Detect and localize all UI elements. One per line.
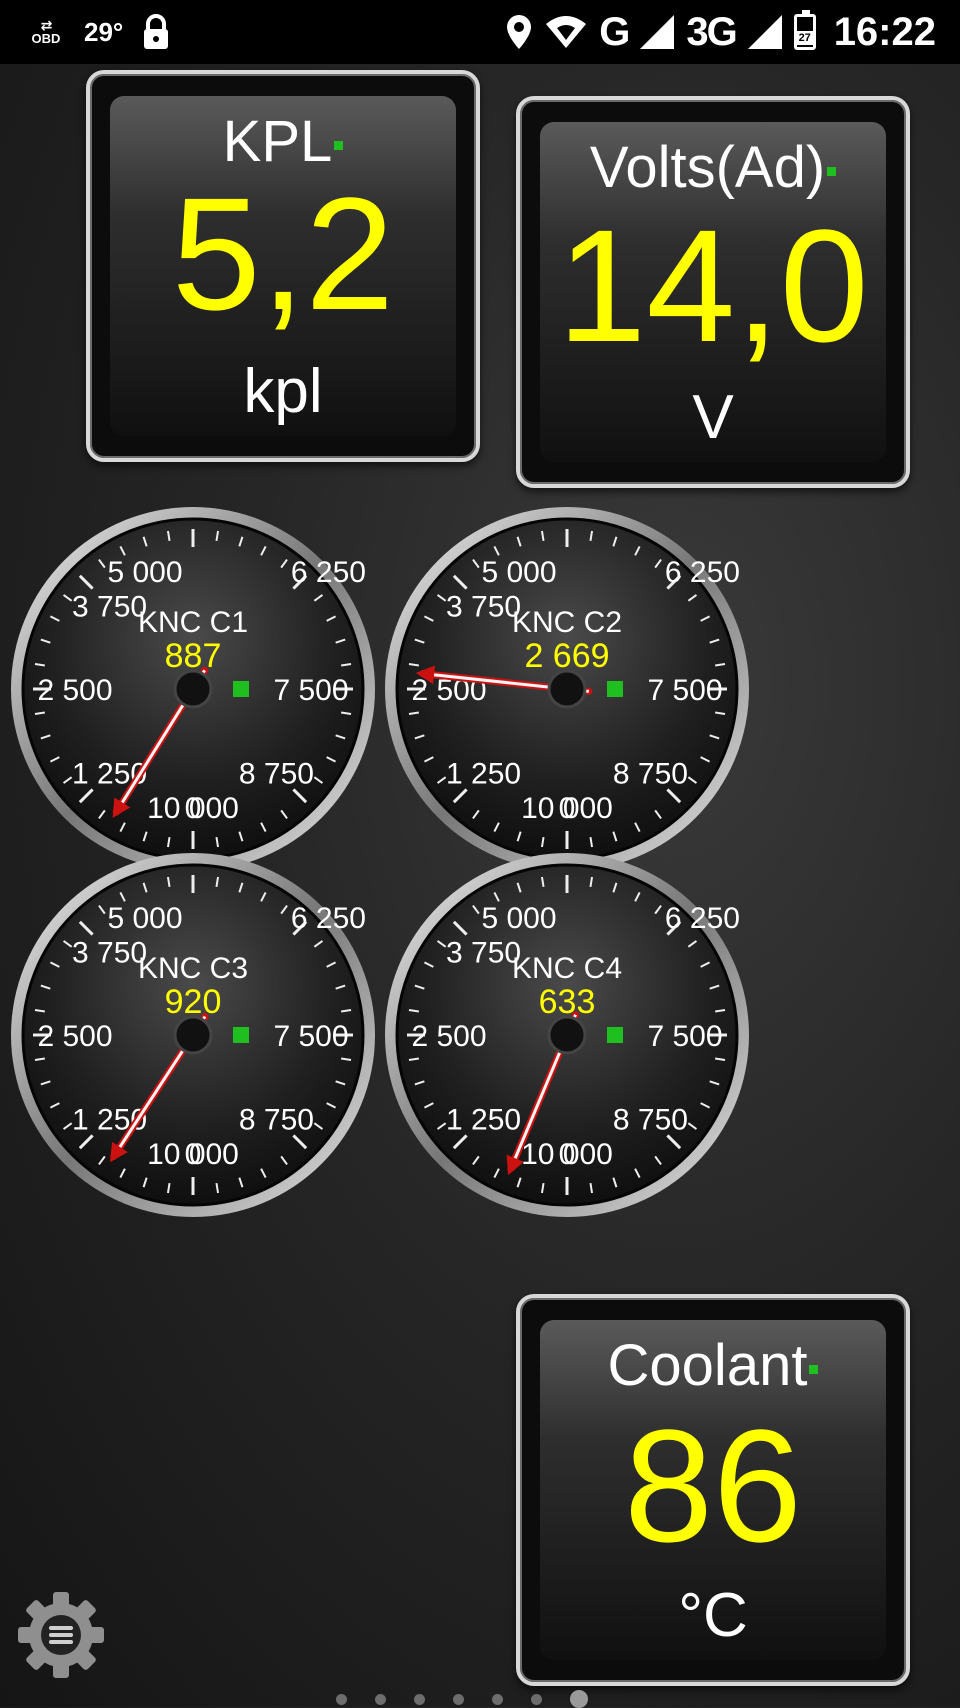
gauge-scale-label: 7 500 — [647, 1020, 722, 1053]
gauge-scale-label: 5 000 — [107, 902, 182, 935]
coolant-tile[interactable]: Coolant 86 °C — [516, 1294, 910, 1686]
volts-value: 14,0 — [557, 196, 869, 375]
clock: 16:22 — [833, 9, 936, 54]
gauge-knc-c2[interactable]: 01 250 2 500 3 750 5 000 6 250 7 500 8 750 10 0… — [382, 504, 752, 874]
gauge-scale-label: 2 500 — [37, 674, 112, 707]
gauge-value: 920 — [165, 983, 222, 1021]
coolant-value: 86 — [624, 1396, 802, 1575]
page-dot[interactable] — [414, 1693, 425, 1705]
status-bar: ⇄ OBD 29° G 3G 27 16:22 — [0, 0, 960, 64]
gauge-scale-label: 5 000 — [107, 556, 182, 589]
wifi-icon — [546, 16, 587, 48]
status-led — [334, 141, 344, 151]
obd-connection-icon: ⇄ OBD — [31, 17, 61, 46]
kpl-unit: kpl — [243, 357, 323, 426]
page-dot[interactable] — [531, 1693, 542, 1705]
gauge-scale-label: 6 250 — [291, 902, 366, 935]
gauge-scale-label: 7 500 — [273, 674, 348, 707]
gauge-scale-label: 8 750 — [613, 757, 688, 790]
volts-tile[interactable]: Volts(Ad) 14,0 V — [516, 96, 910, 488]
status-led — [827, 167, 837, 177]
lock-icon — [144, 14, 169, 49]
gauge-value: 633 — [539, 983, 596, 1021]
temperature-indicator: 29° — [84, 16, 124, 47]
page-dot[interactable] — [336, 1693, 347, 1705]
status-led — [607, 681, 623, 697]
network-type-3g: 3G — [686, 9, 737, 54]
volts-unit: V — [692, 383, 734, 452]
page-dot[interactable] — [492, 1693, 503, 1705]
volts-label: Volts(Ad) — [589, 135, 826, 200]
gauge-hub — [547, 669, 587, 709]
gauge-scale-label: 7 500 — [647, 674, 722, 707]
gauge-knc-c3[interactable]: 01 250 2 500 3 750 5 000 6 250 7 500 8 750 10 0… — [8, 850, 378, 1220]
gauge-scale-label: 8 750 — [239, 757, 314, 790]
coolant-label: Coolant — [607, 1333, 808, 1398]
gauge-scale-label: 6 250 — [665, 902, 740, 935]
location-icon — [507, 15, 532, 49]
page-dot[interactable] — [453, 1693, 464, 1705]
settings-menu-gear-icon[interactable] — [14, 1588, 108, 1682]
gauge-hub — [173, 1015, 213, 1055]
gauge-scale-label: 6 250 — [665, 556, 740, 589]
page-dot[interactable] — [570, 1690, 588, 1708]
gauge-scale-label: 1 250 — [446, 757, 521, 790]
gauge-label: KNC C3 — [138, 952, 248, 985]
gauge-scale-label: 10 000 — [147, 1138, 239, 1171]
page-dot[interactable] — [375, 1693, 386, 1705]
gauge-scale-label: 3 750 — [72, 937, 147, 970]
gauge-label: KNC C1 — [138, 606, 248, 639]
gauge-scale-label: 3 750 — [72, 591, 147, 624]
signal-strength-icon-2 — [747, 15, 782, 49]
gauge-scale-label: 5 000 — [481, 902, 556, 935]
status-led — [233, 681, 249, 697]
gauge-scale-label: 1 250 — [446, 1103, 521, 1136]
page-indicator[interactable] — [336, 1690, 588, 1708]
gauge-scale-label: 10 000 — [147, 792, 239, 825]
gauge-label: KNC C4 — [512, 952, 622, 985]
signal-strength-icon — [640, 15, 675, 49]
gauge-scale-label: 10 000 — [521, 792, 613, 825]
gauge-scale-label: 8 750 — [613, 1103, 688, 1136]
gauge-scale-label: 10 000 — [521, 1138, 613, 1171]
status-led — [809, 1365, 819, 1375]
gauge-hub — [547, 1015, 587, 1055]
gauge-scale-label: 6 250 — [291, 556, 366, 589]
gauge-scale-label: 3 750 — [446, 937, 521, 970]
gauge-scale-label: 3 750 — [446, 591, 521, 624]
gauge-knc-c4[interactable]: 01 250 2 500 3 750 5 000 6 250 7 500 8 750 10 0… — [382, 850, 752, 1220]
kpl-value: 5,2 — [171, 164, 395, 343]
battery-icon: 27 — [793, 10, 816, 50]
gauge-scale-label: 5 000 — [481, 556, 556, 589]
gauge-label: KNC C2 — [512, 606, 622, 639]
gauge-scale-label: 2 500 — [37, 1020, 112, 1053]
gauge-value: 887 — [165, 637, 222, 675]
gauge-scale-label: 7 500 — [273, 1020, 348, 1053]
kpl-tile[interactable]: KPL 5,2 kpl — [86, 70, 480, 462]
gauge-knc-c1[interactable]: 01 250 2 500 3 750 5 000 6 250 7 500 8 750 10 0… — [8, 504, 378, 874]
coolant-unit: °C — [678, 1581, 748, 1650]
status-led — [607, 1027, 623, 1043]
gauge-scale-label: 8 750 — [239, 1103, 314, 1136]
status-led — [233, 1027, 249, 1043]
gauge-value: 2 669 — [524, 637, 609, 675]
gauge-scale-label: 2 500 — [411, 1020, 486, 1053]
network-type-g: G — [599, 9, 630, 54]
gauge-hub — [173, 669, 213, 709]
